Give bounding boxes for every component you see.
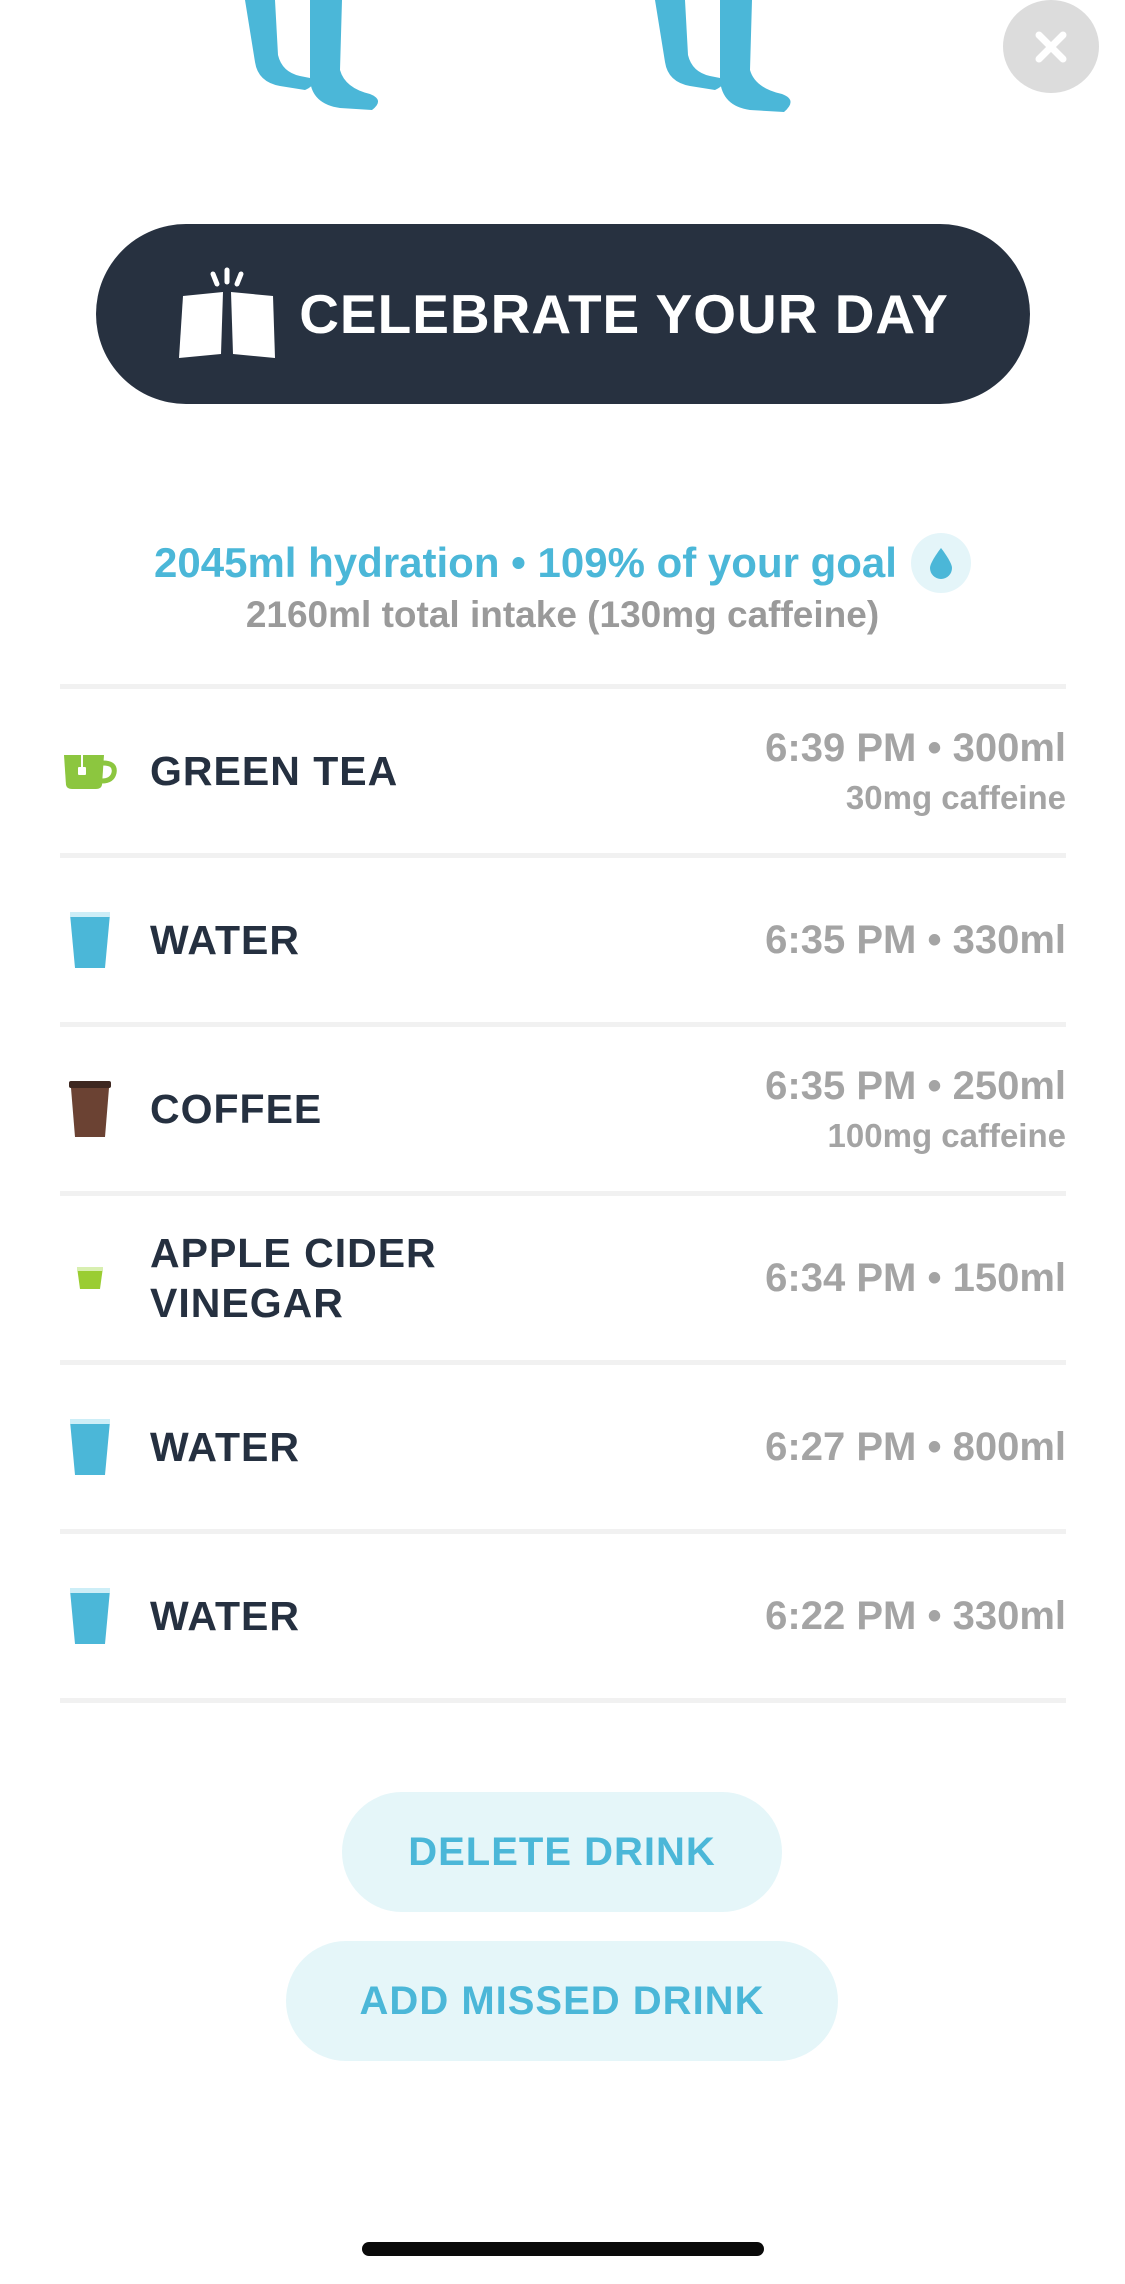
- water-glass-icon: [60, 910, 120, 970]
- drink-row-water[interactable]: WATER 6:35 PM • 330ml: [60, 858, 1066, 1022]
- water-drop-icon: [910, 533, 971, 593]
- drink-meta: 6:27 PM • 800ml: [765, 1423, 1066, 1471]
- close-button[interactable]: [1003, 0, 1099, 93]
- drink-row-water[interactable]: WATER 6:22 PM • 330ml: [60, 1534, 1066, 1698]
- tea-cup-icon: [60, 741, 120, 801]
- drink-row-water[interactable]: WATER 6:27 PM • 800ml: [60, 1365, 1066, 1529]
- celebrate-your-day-button[interactable]: CELEBRATE YOUR DAY: [96, 224, 1030, 404]
- drink-name: COFFEE: [150, 1086, 323, 1132]
- home-indicator[interactable]: [362, 2242, 764, 2256]
- water-glass-icon: [60, 1586, 120, 1646]
- cheers-icon: [179, 267, 276, 358]
- drink-meta: 6:35 PM • 250ml 100mg caffeine: [765, 1062, 1066, 1156]
- drink-list: GREEN TEA 6:39 PM • 300ml 30mg caffeine …: [60, 684, 1066, 1703]
- close-icon: [1035, 31, 1067, 62]
- drink-name: APPLE CIDER VINEGAR: [150, 1230, 437, 1326]
- drink-caffeine: 100mg caffeine: [827, 1117, 1066, 1154]
- drink-time-volume: 6:35 PM • 330ml: [765, 918, 1066, 962]
- drink-row-green-tea[interactable]: GREEN TEA 6:39 PM • 300ml 30mg caffeine: [60, 689, 1066, 853]
- drink-meta: 6:34 PM • 150ml: [765, 1254, 1066, 1302]
- drink-time-volume: 6:39 PM • 300ml: [765, 726, 1066, 770]
- drink-time-volume: 6:27 PM • 800ml: [765, 1425, 1066, 1469]
- coffee-cup-icon: [60, 1079, 120, 1139]
- drink-name: WATER: [150, 1593, 301, 1639]
- character-legs-illustration: [245, 0, 791, 112]
- drink-name: WATER: [150, 1424, 301, 1470]
- divider: [60, 1698, 1066, 1703]
- total-intake-text: 2160ml total intake (130mg caffeine): [245, 594, 880, 635]
- hydration-summary: 2045ml hydration • 109% of your goal: [0, 530, 1125, 596]
- drink-time-volume: 6:22 PM • 330ml: [765, 1594, 1066, 1638]
- drink-time-volume: 6:35 PM • 250ml: [765, 1064, 1066, 1108]
- drink-name: WATER: [150, 917, 301, 963]
- drink-time-volume: 6:34 PM • 150ml: [765, 1256, 1066, 1300]
- shot-glass-icon: [60, 1248, 120, 1308]
- water-glass-icon: [60, 1417, 120, 1477]
- celebrate-label: CELEBRATE YOUR DAY: [299, 283, 949, 345]
- drink-meta: 6:35 PM • 330ml: [765, 916, 1066, 964]
- drink-caffeine: 30mg caffeine: [845, 779, 1066, 816]
- drink-meta: 6:39 PM • 300ml 30mg caffeine: [765, 724, 1066, 818]
- delete-drink-button[interactable]: DELETE DRINK: [342, 1792, 782, 1912]
- drink-name: GREEN TEA: [150, 748, 399, 794]
- drink-meta: 6:22 PM • 330ml: [765, 1592, 1066, 1640]
- add-missed-drink-button[interactable]: ADD MISSED DRINK: [286, 1941, 838, 2061]
- drink-row-apple-cider-vinegar[interactable]: APPLE CIDER VINEGAR 6:34 PM • 150ml: [60, 1196, 1066, 1360]
- hydration-summary-text: 2045ml hydration • 109% of your goal: [154, 539, 897, 586]
- drink-row-coffee[interactable]: COFFEE 6:35 PM • 250ml 100mg caffeine: [60, 1027, 1066, 1191]
